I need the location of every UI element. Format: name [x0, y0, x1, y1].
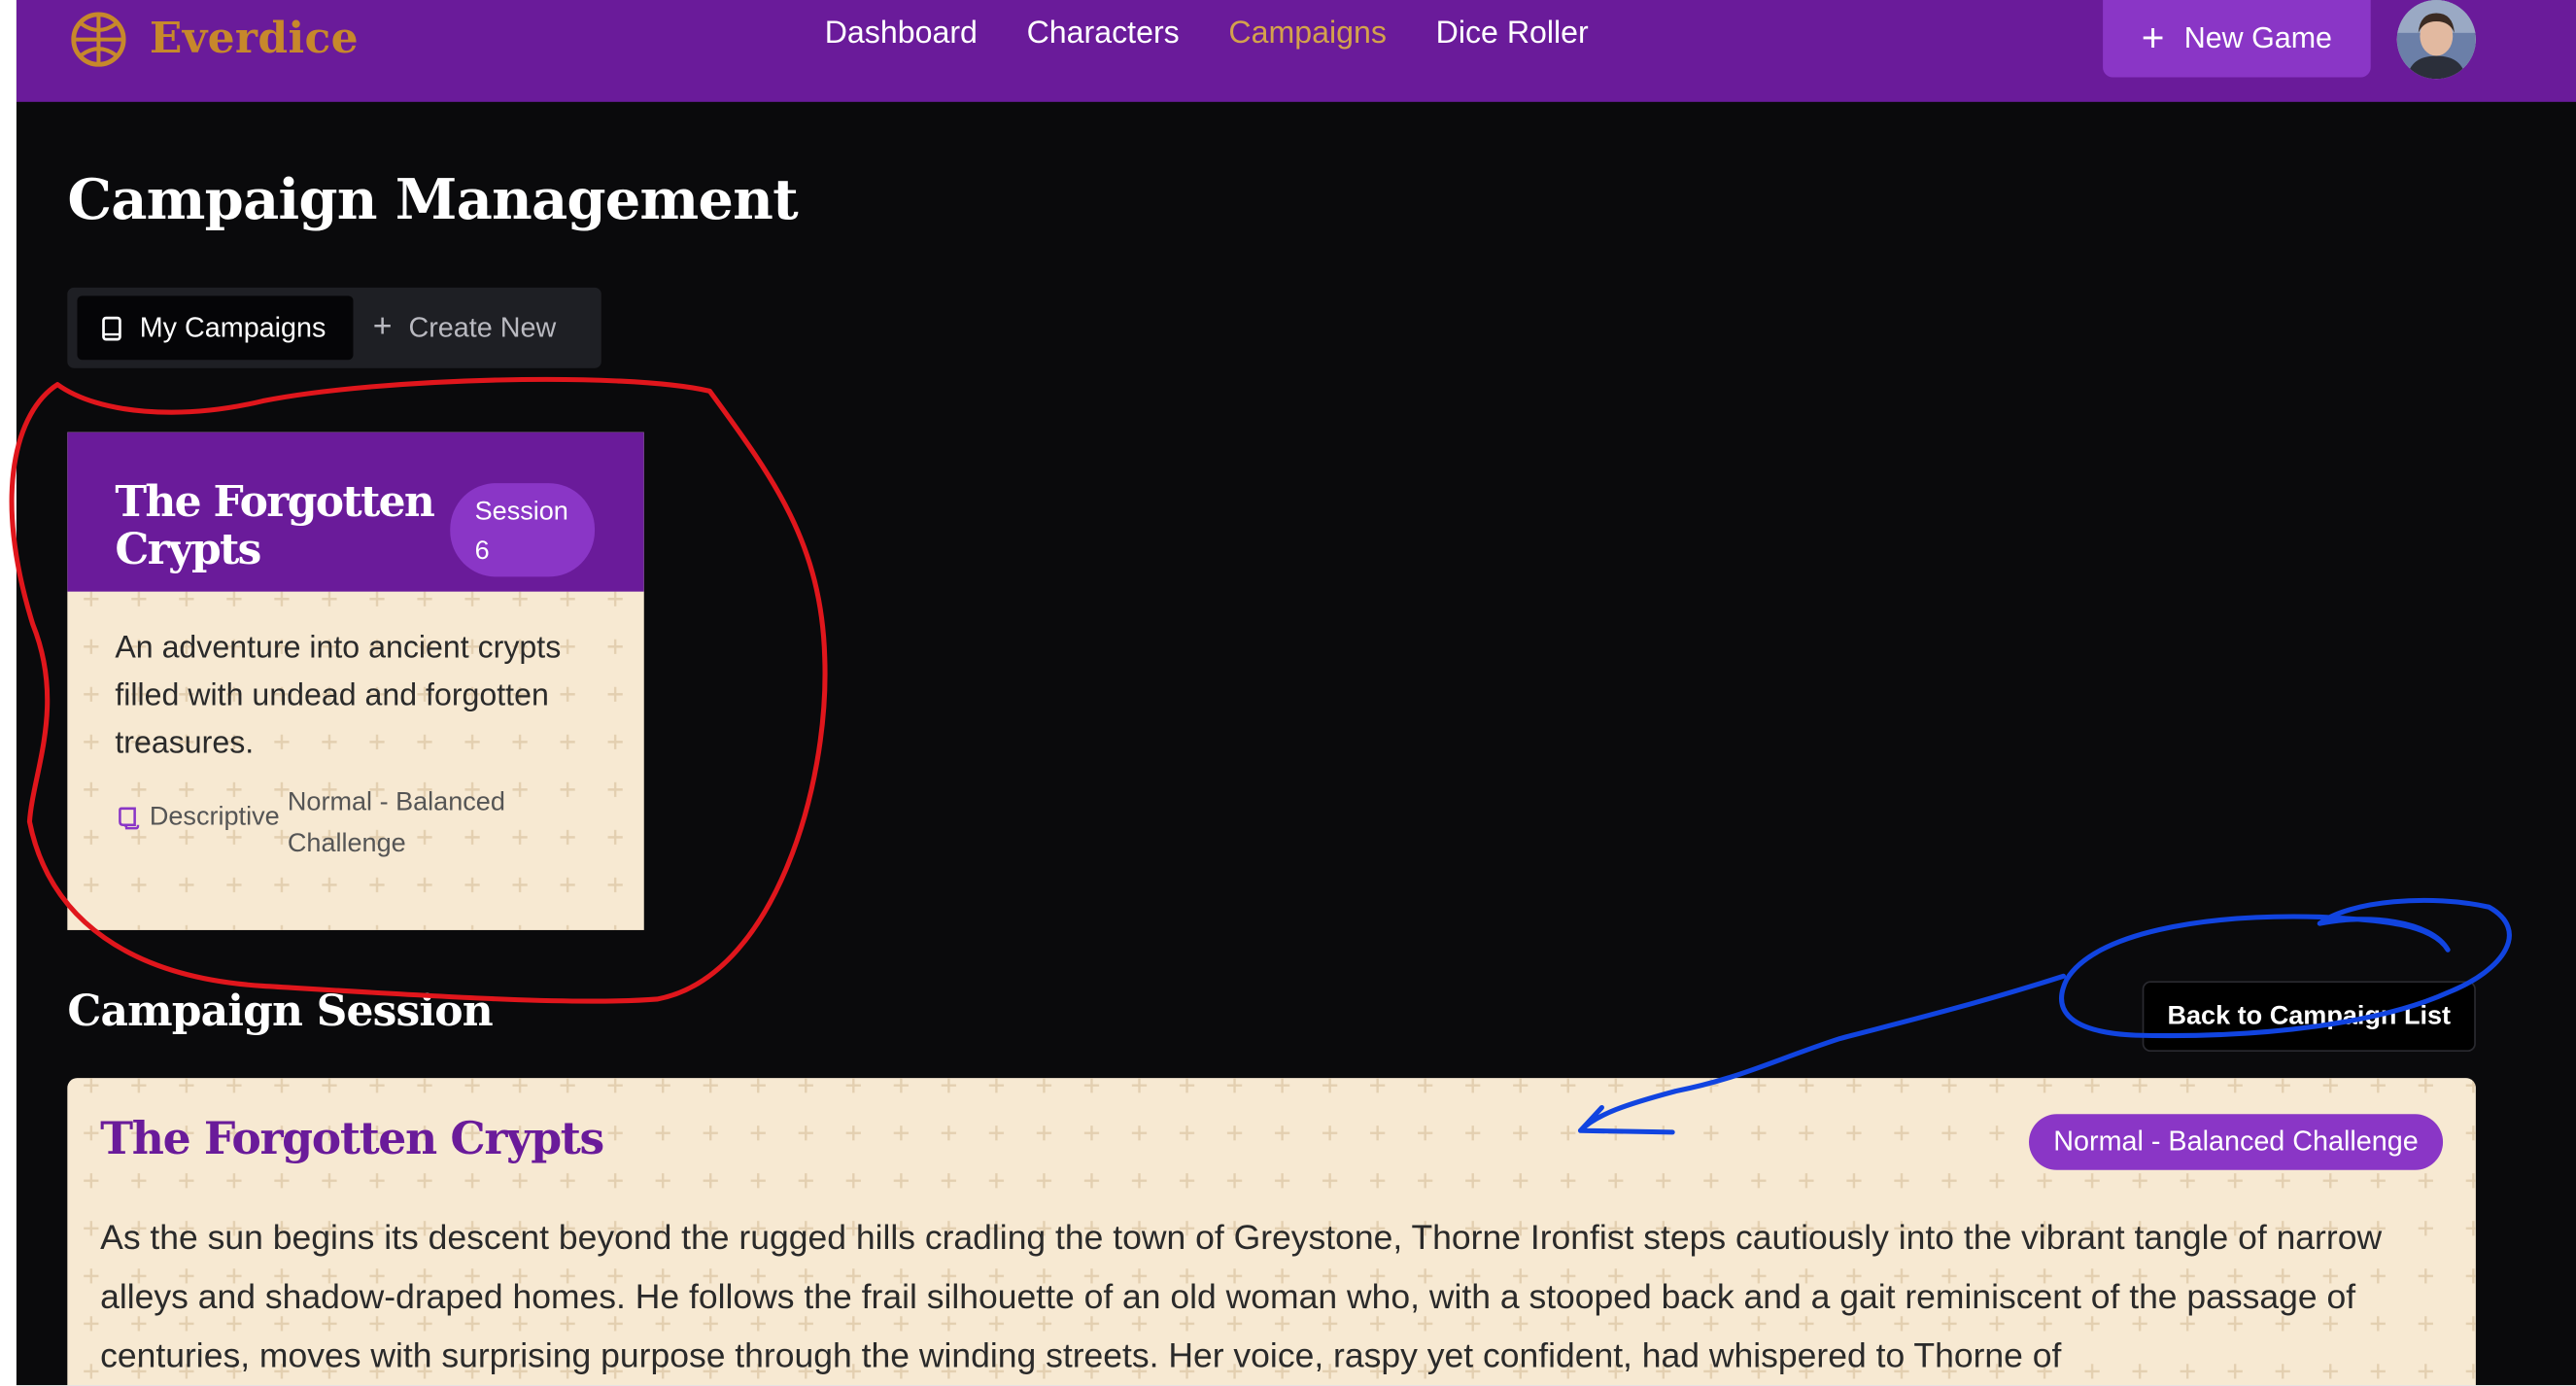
campaign-card-header: The Forgotten Crypts Session 6	[67, 432, 644, 592]
avatar-image	[2396, 0, 2476, 80]
compass-globe-icon	[71, 12, 126, 67]
plus-icon: +	[372, 308, 393, 346]
session-title: The Forgotten Crypts	[100, 1114, 604, 1165]
back-to-campaign-list-button[interactable]: Back to Campaign List	[2142, 981, 2476, 1053]
difficulty-badge: Normal - Balanced Challenge	[2028, 1114, 2444, 1170]
nav-dashboard[interactable]: Dashboard	[825, 17, 978, 52]
book-icon	[102, 315, 121, 340]
tab-my-campaigns-label: My Campaigns	[139, 311, 326, 343]
tab-create-new[interactable]: + Create New	[373, 295, 556, 360]
plus-icon: +	[2141, 16, 2165, 60]
nav-campaigns[interactable]: Campaigns	[1228, 17, 1386, 52]
new-game-label: New Game	[2183, 20, 2332, 54]
nav-links: Dashboard Characters Campaigns Dice Roll…	[825, 17, 1589, 52]
campaign-style: Descriptive	[149, 803, 280, 832]
session-badge-label: Session	[474, 498, 568, 527]
campaign-card-meta: Descriptive Normal - Balanced Challenge	[115, 789, 505, 858]
nav-characters[interactable]: Characters	[1027, 17, 1180, 52]
nav-dice-roller[interactable]: Dice Roller	[1436, 17, 1589, 52]
campaign-tabs: My Campaigns + Create New	[67, 287, 601, 368]
session-badge: Session 6	[450, 483, 596, 577]
campaign-difficulty: Normal - Balanced Challenge	[287, 788, 505, 858]
brand-name: Everdice	[149, 15, 359, 64]
brand[interactable]: Everdice	[67, 7, 359, 73]
session-badge-number: 6	[474, 537, 490, 566]
left-margin	[0, 0, 17, 1386]
section-title: Campaign Session	[67, 988, 493, 1037]
scroll-icon	[119, 807, 140, 830]
user-avatar[interactable]	[2396, 0, 2476, 80]
page-title: Campaign Management	[67, 167, 798, 234]
session-panel: The Forgotten Crypts Normal - Balanced C…	[67, 1078, 2476, 1386]
tab-my-campaigns[interactable]: My Campaigns	[77, 295, 354, 361]
session-narrative: As the sun begins its descent beyond the…	[100, 1219, 2383, 1376]
campaign-card-description: An adventure into ancient crypts filled …	[115, 631, 562, 761]
new-game-button[interactable]: + New Game	[2103, 0, 2371, 78]
campaign-card[interactable]: The Forgotten Crypts Session 6 An advent…	[67, 432, 644, 930]
app-window: Everdice Dashboard Characters Campaigns …	[16, 0, 2576, 1386]
tab-create-new-label: Create New	[408, 311, 557, 343]
top-navbar: Everdice Dashboard Characters Campaigns …	[16, 0, 2576, 102]
campaign-card-title: The Forgotten Crypts	[115, 477, 435, 575]
